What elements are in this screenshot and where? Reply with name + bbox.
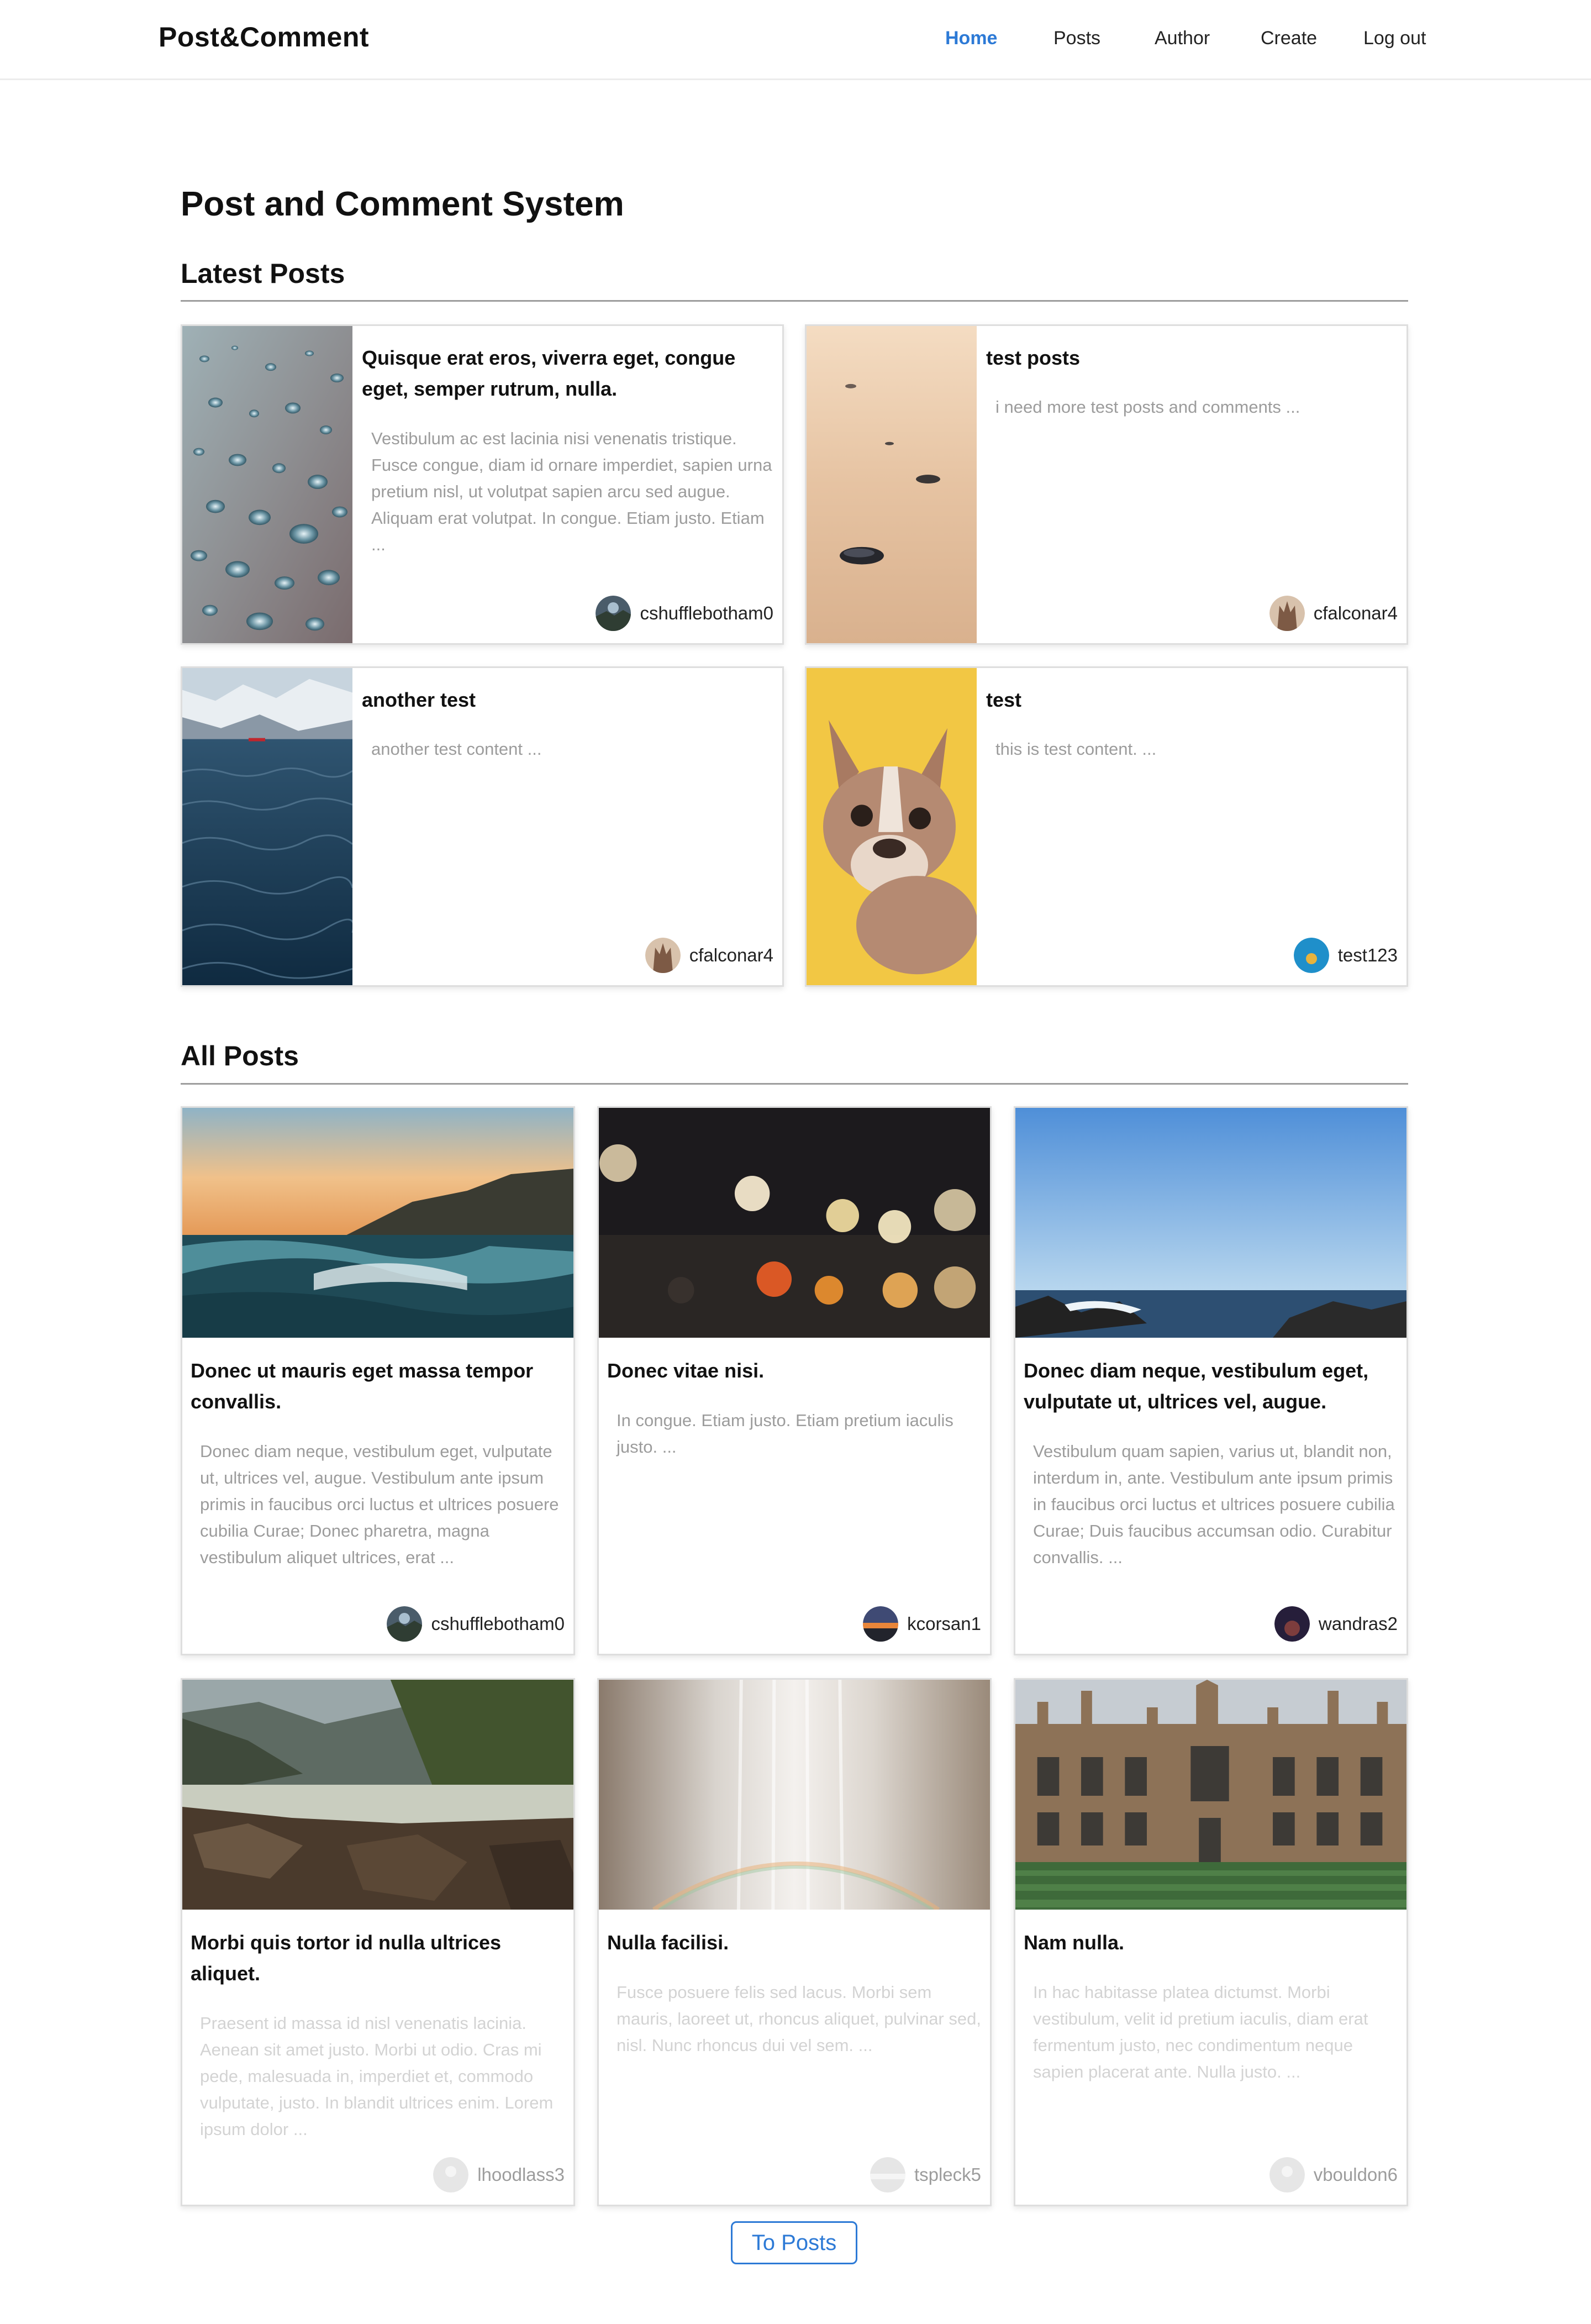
avatar: [870, 2157, 905, 2192]
post-title[interactable]: Donec vitae nisi.: [607, 1355, 981, 1386]
post-card[interactable]: Donec vitae nisi. In congue. Etiam justo…: [597, 1106, 992, 1655]
page-title: Post and Comment System: [181, 185, 624, 223]
author-name: vbouldon6: [1313, 2164, 1398, 2185]
post-excerpt: i need more test posts and comments ...: [995, 397, 1300, 417]
brand-logo[interactable]: Post&Comment: [159, 21, 369, 53]
sea-horizon-photo: [1015, 1108, 1406, 1338]
nav-link-author[interactable]: Author: [1155, 28, 1210, 49]
post-excerpt: In hac habitasse platea dictumst. Morbi …: [1033, 1983, 1368, 2081]
post-author[interactable]: wandras2: [1274, 1606, 1398, 1642]
post-excerpt: another test content ...: [371, 739, 542, 759]
post-card[interactable]: Nam nulla. In hac habitasse platea dictu…: [1014, 1678, 1408, 2206]
post-author[interactable]: cshufflebotham0: [387, 1606, 565, 1642]
author-name: kcorsan1: [907, 1613, 981, 1634]
nav-link-posts[interactable]: Posts: [1053, 28, 1100, 49]
nav-link-home[interactable]: Home: [945, 28, 997, 49]
avatar: [1293, 938, 1329, 973]
avatar: [1269, 2157, 1305, 2192]
post-author[interactable]: kcorsan1: [863, 1606, 981, 1642]
post-card[interactable]: Donec ut mauris eget massa tempor conval…: [181, 1106, 575, 1655]
post-title[interactable]: Nam nulla.: [1024, 1927, 1398, 1958]
nav-link-logout[interactable]: Log out: [1363, 28, 1426, 49]
post-author[interactable]: tspleck5: [870, 2157, 981, 2192]
bulldog-photo: [807, 668, 977, 985]
avatar: [433, 2157, 469, 2192]
all-posts-divider: [181, 1083, 1408, 1085]
post-title[interactable]: Quisque erat eros, viverra eget, congue …: [362, 343, 766, 404]
navbar: Post&Comment Home Posts Author Create Lo…: [0, 0, 1591, 80]
post-title[interactable]: test: [986, 685, 1390, 716]
nav-link-create[interactable]: Create: [1261, 28, 1317, 49]
latest-post-card[interactable]: another test another test content ... cf…: [181, 666, 784, 987]
post-title[interactable]: test posts: [986, 343, 1390, 374]
avatar: [1269, 596, 1305, 631]
latest-post-card[interactable]: test this is test content. ... test123: [805, 666, 1408, 987]
post-title[interactable]: Nulla facilisi.: [607, 1927, 981, 1958]
fjord-water-photo: [182, 668, 352, 985]
latest-post-card[interactable]: Quisque erat eros, viverra eget, congue …: [181, 324, 784, 645]
post-excerpt: Vestibulum quam sapien, varius ut, bland…: [1033, 1442, 1395, 1567]
avatar: [1274, 1606, 1310, 1642]
post-title[interactable]: another test: [362, 685, 766, 716]
post-author[interactable]: lhoodlass3: [433, 2157, 565, 2192]
latest-posts-divider: [181, 300, 1408, 302]
author-name: lhoodlass3: [477, 2164, 565, 2185]
latest-posts-heading: Latest Posts: [181, 258, 345, 289]
post-author[interactable]: cfalconar4: [645, 938, 773, 973]
avatar: [387, 1606, 423, 1642]
all-posts-heading: All Posts: [181, 1040, 299, 1071]
post-author[interactable]: test123: [1293, 938, 1398, 973]
post-excerpt: this is test content. ...: [995, 739, 1157, 759]
avatar: [645, 938, 681, 973]
author-name: tspleck5: [914, 2164, 981, 2185]
waterfall-rainbow-photo: [599, 1680, 990, 1910]
post-excerpt: Praesent id massa id nisl venenatis laci…: [200, 2013, 554, 2139]
latest-post-card[interactable]: test posts i need more test posts and co…: [805, 324, 1408, 645]
author-name: test123: [1337, 945, 1398, 965]
to-posts-button[interactable]: To Posts: [731, 2221, 857, 2264]
author-name: cfalconar4: [689, 945, 773, 965]
post-excerpt: Donec diam neque, vestibulum eget, vulpu…: [200, 1442, 559, 1567]
author-name: cshufflebotham0: [640, 603, 773, 623]
post-excerpt: In congue. Etiam justo. Etiam pretium ia…: [617, 1411, 953, 1457]
avatar: [596, 596, 631, 631]
ocean-wave-sunset-photo: [182, 1108, 573, 1338]
post-title[interactable]: Donec diam neque, vestibulum eget, vulpu…: [1024, 1355, 1398, 1417]
post-excerpt: Fusce posuere felis sed lacus. Morbi sem…: [617, 1983, 981, 2055]
post-card[interactable]: Morbi quis tortor id nulla ultrices aliq…: [181, 1678, 575, 2206]
post-author[interactable]: cshufflebotham0: [596, 596, 773, 631]
author-name: wandras2: [1318, 1613, 1398, 1634]
post-title[interactable]: Morbi quis tortor id nulla ultrices aliq…: [191, 1927, 565, 1989]
post-title[interactable]: Donec ut mauris eget massa tempor conval…: [191, 1355, 565, 1417]
avatar: [863, 1606, 899, 1642]
post-excerpt: Vestibulum ac est lacinia nisi venenatis…: [371, 429, 772, 554]
water-droplets-photo: [182, 326, 352, 643]
post-card[interactable]: Donec diam neque, vestibulum eget, vulpu…: [1014, 1106, 1408, 1655]
author-name: cfalconar4: [1313, 603, 1398, 623]
post-author[interactable]: vbouldon6: [1269, 2157, 1398, 2192]
mountain-river-photo: [182, 1680, 573, 1910]
author-name: cshufflebotham0: [431, 1613, 565, 1634]
bokeh-lights-photo: [599, 1108, 990, 1338]
sand-pebbles-photo: [807, 326, 977, 643]
gothic-college-building-photo: [1015, 1680, 1406, 1910]
post-card[interactable]: Nulla facilisi. Fusce posuere felis sed …: [597, 1678, 992, 2206]
post-author[interactable]: cfalconar4: [1269, 596, 1398, 631]
